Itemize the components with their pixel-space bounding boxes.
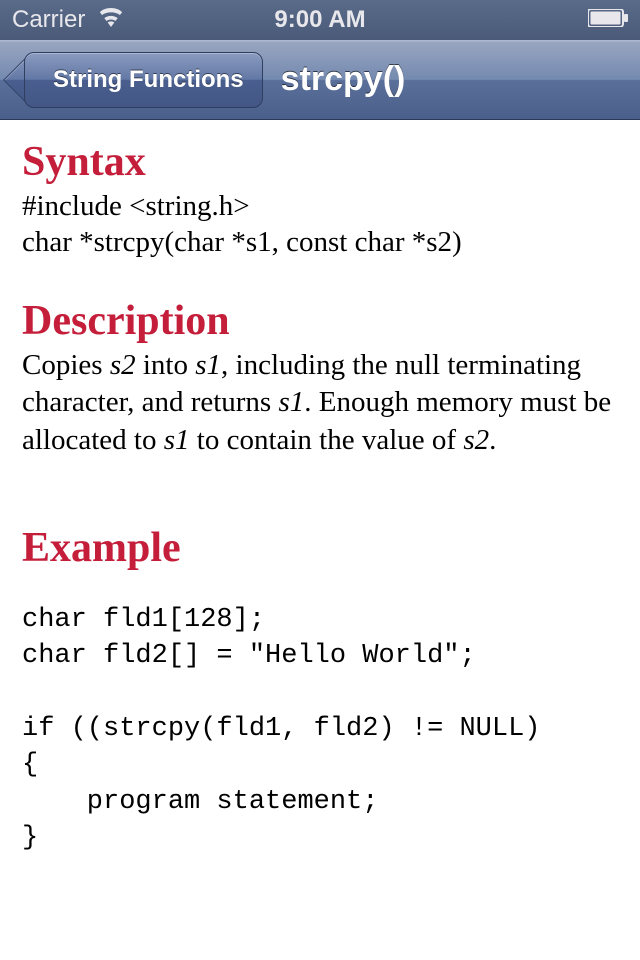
back-button[interactable]: String Functions — [24, 52, 263, 108]
desc-text: to contain the value of — [190, 424, 464, 456]
description-block: Copies s2 into s1, including the null te… — [22, 347, 618, 460]
desc-var-s1c: s1 — [164, 424, 190, 456]
desc-text: into — [136, 349, 196, 381]
status-left: Carrier — [12, 6, 125, 34]
back-button-label: String Functions — [53, 66, 244, 94]
syntax-line1: #include <string.h> — [22, 188, 618, 224]
desc-text: . — [489, 424, 496, 456]
battery-icon — [588, 6, 628, 34]
desc-var-s2: s2 — [110, 349, 136, 381]
page-title: strcpy() — [281, 60, 406, 99]
status-bar: Carrier 9:00 AM — [0, 0, 640, 40]
desc-var-s1: s1 — [195, 349, 221, 381]
content: Syntax #include <string.h> char *strcpy(… — [0, 120, 640, 875]
syntax-block: #include <string.h> char *strcpy(char *s… — [22, 188, 618, 261]
syntax-heading: Syntax — [22, 138, 618, 186]
back-button-wrap[interactable]: String Functions — [24, 52, 263, 108]
status-right — [588, 6, 628, 34]
description-heading: Description — [22, 297, 618, 345]
status-time: 9:00 AM — [274, 6, 365, 34]
desc-var-s2b: s2 — [463, 424, 489, 456]
desc-var-s1b: s1 — [278, 386, 304, 418]
wifi-icon — [97, 6, 125, 34]
syntax-line2: char *strcpy(char *s1, const char *s2) — [22, 224, 618, 260]
desc-text: Copies — [22, 349, 110, 381]
nav-bar: String Functions strcpy() — [0, 40, 640, 120]
carrier-label: Carrier — [12, 6, 85, 34]
example-heading: Example — [22, 524, 618, 572]
example-code: char fld1[128]; char fld2[] = "Hello Wor… — [22, 602, 618, 857]
